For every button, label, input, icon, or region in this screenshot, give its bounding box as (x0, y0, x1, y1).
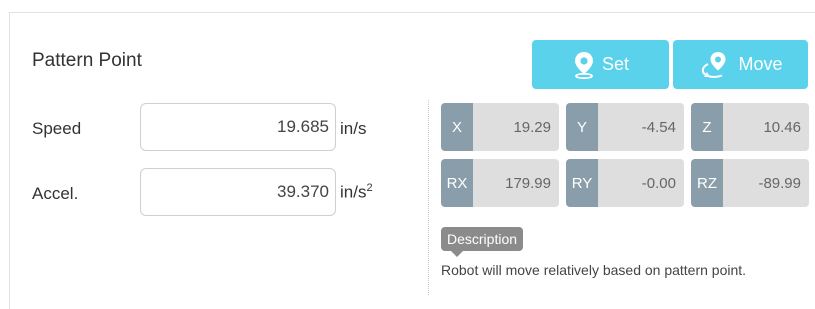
description-tag: Description (441, 227, 524, 257)
pose-ry: RY -0.00 (566, 159, 684, 207)
pose-ry-key: RY (566, 159, 598, 207)
move-button[interactable]: Move (673, 40, 808, 89)
location-pin-icon (572, 51, 596, 79)
pose-y-key: Y (566, 103, 598, 151)
set-button[interactable]: Set (532, 40, 669, 89)
pose-y: Y -4.54 (566, 103, 684, 151)
pose-rx: RX 179.99 (441, 159, 559, 207)
pose-x: X 19.29 (441, 103, 559, 151)
accel-unit-exponent: 2 (366, 182, 373, 194)
set-button-label: Set (601, 54, 630, 74)
panel-title: Pattern Point (32, 50, 142, 71)
pose-z-key: Z (691, 103, 723, 151)
description-text: Robot will move relatively based on patt… (441, 262, 747, 278)
accel-unit: in/s2 (340, 182, 373, 203)
pose-z-value: 10.46 (723, 103, 809, 151)
pose-rz-value: -89.99 (723, 159, 809, 207)
speed-unit: in/s (340, 119, 367, 138)
move-to-location-icon (698, 50, 732, 80)
pose-rx-value: 179.99 (473, 159, 559, 207)
pose-x-key: X (441, 103, 473, 151)
pose-ry-value: -0.00 (598, 159, 684, 207)
speed-label: Speed (32, 119, 82, 138)
pose-rz-key: RZ (691, 159, 723, 207)
pose-z: Z 10.46 (691, 103, 809, 151)
vertical-divider (428, 100, 429, 295)
accel-unit-base: in/s (340, 182, 367, 202)
pose-rz: RZ -89.99 (691, 159, 809, 207)
pose-x-value: 19.29 (473, 103, 559, 151)
accel-input[interactable] (140, 168, 336, 216)
pose-y-value: -4.54 (598, 103, 684, 151)
pose-rx-key: RX (441, 159, 473, 207)
move-button-label: Move (738, 54, 783, 74)
speed-input[interactable] (140, 103, 336, 151)
accel-label: Accel. (32, 184, 79, 203)
